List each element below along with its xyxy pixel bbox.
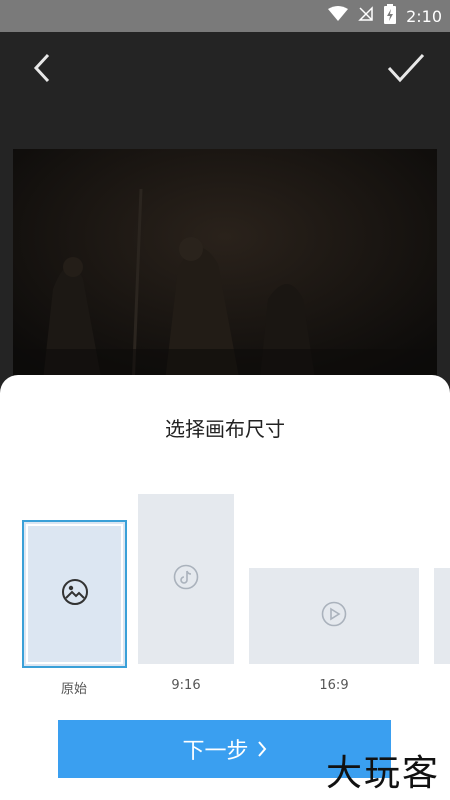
watermark-logo: 大玩客 — [325, 753, 440, 794]
no-signal-icon — [358, 6, 374, 26]
chevron-right-icon — [257, 741, 266, 757]
battery-charging-icon — [384, 4, 397, 28]
option-16-9-label: 16:9 — [319, 678, 349, 693]
top-bar — [0, 32, 450, 106]
image-preview — [13, 149, 437, 399]
status-bar: 2:10 — [0, 0, 450, 32]
status-icons: 2:10 — [328, 0, 442, 32]
option-9-16[interactable] — [138, 494, 234, 664]
sheet-title: 选择画布尺寸 — [165, 417, 285, 441]
back-button[interactable] — [24, 50, 60, 86]
preview-painting — [13, 149, 437, 399]
play-icon — [321, 601, 347, 631]
option-original[interactable] — [22, 520, 127, 668]
wifi-icon — [328, 6, 349, 26]
option-9-16-label: 9:16 — [171, 678, 201, 693]
check-icon — [387, 53, 425, 83]
next-step-label: 下一步 — [182, 738, 249, 763]
image-icon — [61, 578, 89, 610]
tiktok-icon — [173, 564, 199, 594]
option-original-label: 原始 — [60, 682, 87, 697]
chevron-left-icon — [33, 53, 50, 83]
option-partial[interactable] — [434, 568, 450, 664]
confirm-button[interactable] — [386, 50, 426, 86]
status-time: 2:10 — [406, 6, 442, 26]
option-16-9[interactable] — [249, 568, 419, 664]
